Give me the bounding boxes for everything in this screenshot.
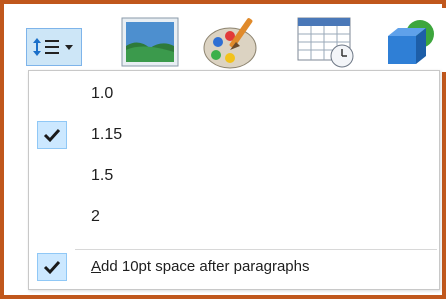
menu-item-spacing-1-5[interactable]: 1.5 — [29, 158, 439, 194]
line-spacing-menu: 1.0 1.15 1.5 2 Add 10pt space after para — [28, 70, 440, 290]
menu-item-label: 2 — [91, 208, 100, 225]
date-time-icon[interactable] — [294, 12, 358, 75]
menu-item-label: 1.5 — [91, 167, 114, 184]
menu-item-label: 1.0 — [91, 85, 114, 102]
line-spacing-icon — [33, 38, 73, 56]
checkmark-icon — [43, 260, 61, 275]
checkmark-box — [37, 121, 67, 149]
picture-icon[interactable] — [120, 12, 180, 75]
checkmark-box — [37, 253, 67, 281]
menu-item-label: Add 10pt space after paragraphs — [91, 258, 310, 275]
menu-item-spacing-1-15[interactable]: 1.15 — [29, 117, 439, 153]
chevron-down-icon — [65, 45, 73, 50]
menu-item-spacing-1-0[interactable]: 1.0 — [29, 76, 439, 112]
menu-item-add-space-after-paragraphs[interactable]: Add 10pt space after paragraphs — [29, 249, 439, 285]
menu-item-label: 1.15 — [91, 126, 123, 143]
insert-object-icon[interactable] — [382, 12, 438, 75]
paint-palette-icon[interactable] — [202, 12, 264, 75]
menu-item-spacing-2[interactable]: 2 — [29, 199, 439, 235]
line-spacing-button[interactable] — [26, 28, 82, 66]
screenshot-frame: 1.0 1.15 1.5 2 Add 10pt space after para — [0, 0, 446, 299]
checkmark-icon — [43, 128, 61, 143]
